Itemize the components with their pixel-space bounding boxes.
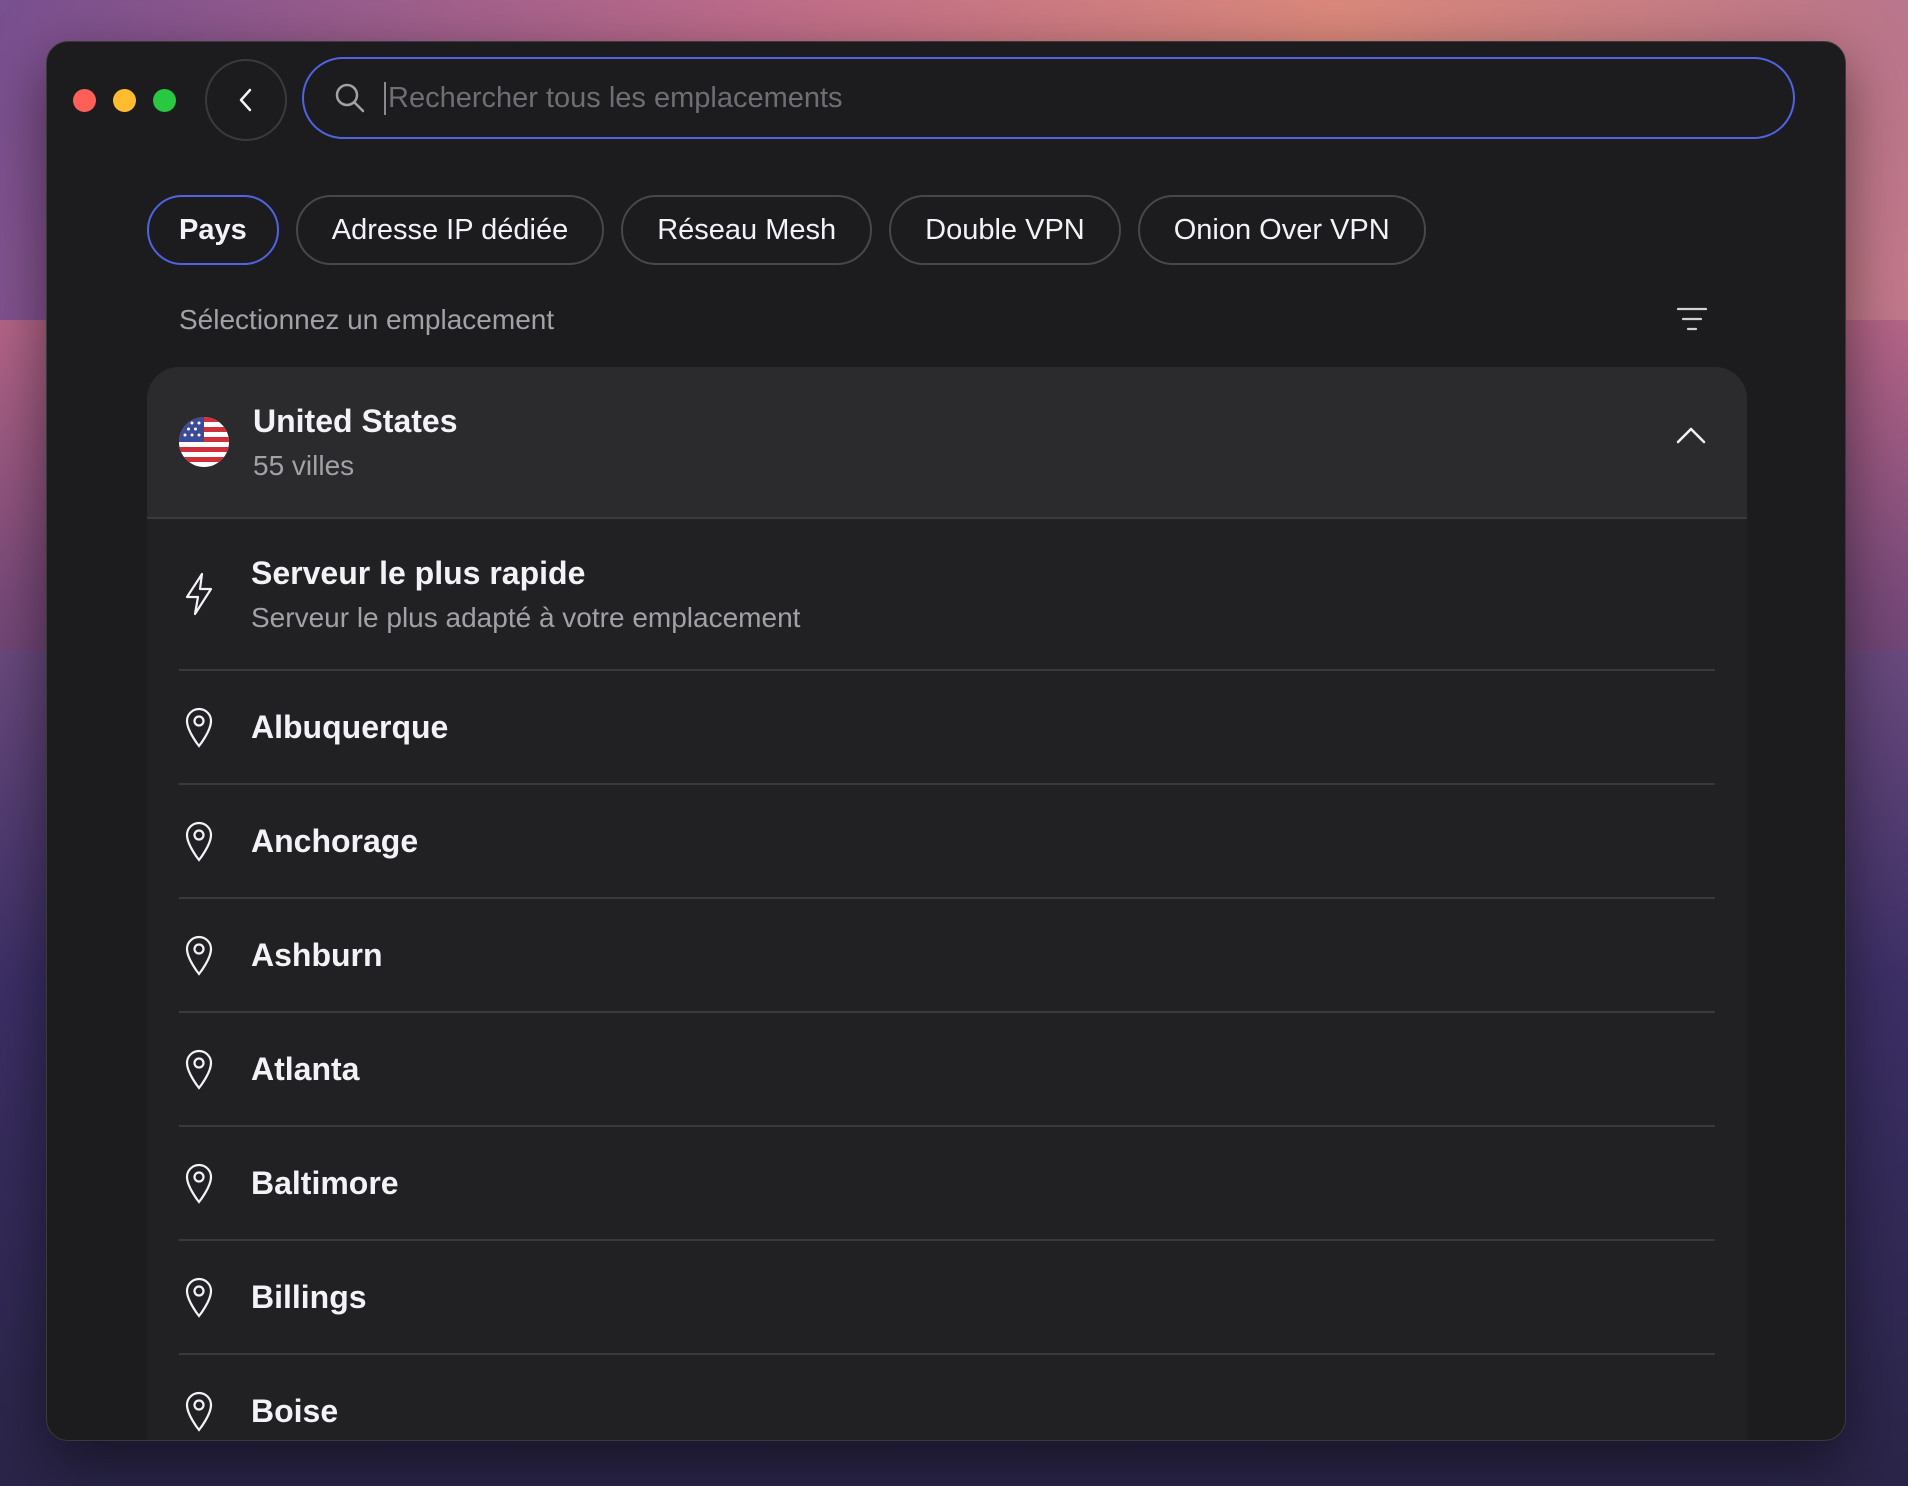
chevron-up-icon[interactable] [1675, 425, 1707, 445]
fastest-server-title: Serveur le plus rapide [251, 554, 586, 591]
location-pin-icon [185, 821, 213, 862]
filter-button[interactable] [1672, 304, 1712, 334]
search-bar[interactable] [302, 57, 1795, 139]
list-item[interactable]: Baltimore [179, 1127, 1715, 1241]
search-input[interactable] [384, 81, 1684, 115]
country-card: United States 55 villes Serveur le plus … [147, 367, 1747, 1440]
zoom-window-button[interactable] [153, 89, 176, 112]
filter-icon [1676, 307, 1708, 331]
city-name: Atlanta [251, 1050, 360, 1087]
location-pin-icon [185, 1163, 213, 1204]
city-name: Boise [251, 1392, 339, 1429]
list-item[interactable]: Billings [179, 1241, 1715, 1355]
location-pin-icon [185, 707, 213, 748]
minimize-window-button[interactable] [113, 89, 136, 112]
section-label: Sélectionnez un emplacement [179, 304, 555, 335]
close-window-button[interactable] [73, 89, 96, 112]
country-header[interactable]: United States 55 villes [147, 367, 1747, 519]
tab-reseau-mesh[interactable]: Réseau Mesh [621, 195, 873, 265]
list-item[interactable]: Boise [179, 1355, 1715, 1440]
location-pin-icon [185, 1391, 213, 1432]
window-controls [73, 89, 176, 112]
fastest-server-subtitle: Serveur le plus adapté à votre emplaceme… [251, 601, 801, 633]
city-name: Ashburn [251, 936, 383, 973]
location-pin-icon [185, 1049, 213, 1090]
city-name: Baltimore [251, 1164, 399, 1201]
us-flag-icon [179, 417, 229, 467]
list-item[interactable]: Atlanta [179, 1013, 1715, 1127]
list-item[interactable]: Albuquerque [179, 671, 1715, 785]
location-pin-icon [185, 935, 213, 976]
country-city-count: 55 villes [253, 449, 355, 481]
tab-pays[interactable]: Pays [147, 195, 279, 265]
chevron-left-icon [239, 88, 252, 112]
country-info: United States 55 villes [253, 403, 457, 482]
back-button[interactable] [205, 59, 287, 141]
city-name: Albuquerque [251, 708, 449, 745]
country-name: United States [253, 402, 458, 439]
location-pin-icon [185, 1277, 213, 1318]
lightning-icon [185, 572, 213, 616]
city-name: Anchorage [251, 822, 419, 859]
search-icon [335, 83, 365, 113]
tab-onion-over-vpn[interactable]: Onion Over VPN [1137, 195, 1426, 265]
category-tabs: Pays Adresse IP dédiée Réseau Mesh Doubl… [147, 195, 1426, 265]
app-window: Pays Adresse IP dédiée Réseau Mesh Doubl… [46, 41, 1846, 1441]
tab-adresse-ip-dediee[interactable]: Adresse IP dédiée [295, 195, 605, 265]
tab-double-vpn[interactable]: Double VPN [889, 195, 1121, 265]
city-name: Billings [251, 1278, 367, 1315]
list-item[interactable]: Anchorage [179, 785, 1715, 899]
list-item[interactable]: Ashburn [179, 899, 1715, 1013]
fastest-server-row[interactable]: Serveur le plus rapide Serveur le plus a… [179, 519, 1715, 671]
